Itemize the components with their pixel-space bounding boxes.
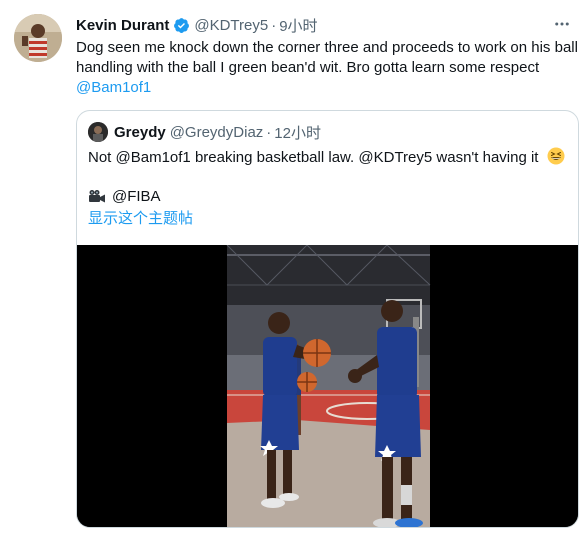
quoted-header: Greydy @GreydyDiaz · 12小时	[88, 122, 321, 142]
video-frame	[77, 244, 578, 527]
grinning-squinting-face-icon	[547, 147, 565, 165]
quoted-handle[interactable]: @GreydyDiaz	[170, 124, 264, 141]
tweet-text-line-1: Dog seen me knock down the corner three …	[76, 39, 578, 56]
quoted-text-wrap: Not @Bam1of1 breaking basketball law. @K…	[88, 147, 565, 168]
quoted-time: 12小时	[274, 124, 321, 142]
more-horizontal-icon[interactable]	[552, 14, 572, 34]
show-thread-link[interactable]: 显示这个主题帖	[88, 209, 193, 229]
quoted-separator: ·	[266, 123, 272, 141]
video-camera-icon	[89, 190, 105, 203]
embedded-video[interactable]	[77, 244, 578, 527]
quoted-text: Not @Bam1of1 breaking basketball law. @K…	[88, 149, 539, 166]
tweet-time[interactable]: 9小时	[279, 15, 317, 36]
author-name[interactable]: Kevin Durant	[76, 17, 169, 34]
author-avatar[interactable]	[14, 14, 62, 62]
header-separator: ·	[271, 16, 277, 34]
quoted-tweet[interactable]: Greydy @GreydyDiaz · 12小时 Not @Bam1of1 b…	[76, 110, 579, 528]
tweet-header: Kevin Durant @KDTrey5 · 9小时	[76, 15, 564, 35]
tweet-text: Dog seen me knock down the corner three …	[76, 38, 578, 98]
verified-badge-icon	[174, 17, 190, 33]
quoted-credit-text: @FIBA	[112, 188, 161, 205]
tweet-text-line-2: handling with the ball I green bean'd wi…	[76, 59, 540, 76]
quoted-credit: @FIBA	[88, 187, 161, 207]
quoted-avatar[interactable]	[88, 122, 108, 142]
author-handle[interactable]: @KDTrey5	[194, 17, 268, 34]
quoted-author-name[interactable]: Greydy	[114, 124, 166, 141]
mention-link[interactable]: @Bam1of1	[76, 78, 576, 98]
